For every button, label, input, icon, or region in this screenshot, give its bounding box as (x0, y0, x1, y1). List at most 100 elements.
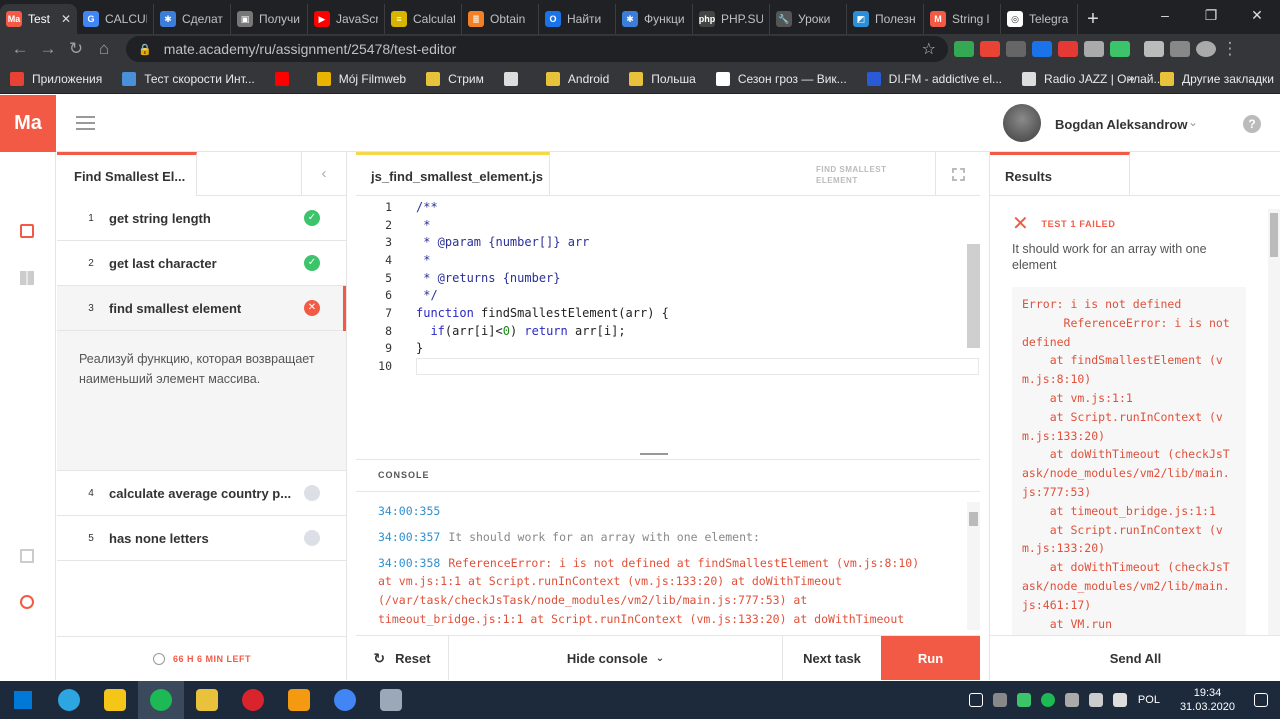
browser-tab[interactable]: ◎ Telegra (1001, 4, 1078, 34)
menu-dots-icon[interactable]: ⋮ (1216, 39, 1244, 59)
help-icon[interactable]: ? (1243, 115, 1261, 133)
chevron-down-icon[interactable]: ⌄ (1188, 115, 1198, 129)
hide-console-button[interactable]: Hide console ⌄ (449, 636, 783, 680)
tasks-icon[interactable] (20, 224, 34, 238)
close-tab-icon[interactable]: ✕ (61, 12, 71, 26)
task-item[interactable]: 1 get string length ✓ (57, 196, 346, 241)
logo[interactable]: Ma (0, 95, 56, 152)
home-icon[interactable]: ⌂ (90, 39, 118, 59)
tab-label: String l (952, 12, 990, 26)
bookmark-item[interactable]: Польша (619, 71, 706, 86)
task-view-icon[interactable] (968, 693, 983, 707)
bookmark-item[interactable]: DI.FM - addictive el... (857, 71, 1012, 86)
avatar[interactable] (1003, 104, 1041, 142)
other-bookmarks[interactable]: Другие закладки (1150, 72, 1280, 86)
maximize-button[interactable]: ❐ (1188, 0, 1234, 30)
browser-tab[interactable]: ▣ Получи (231, 4, 308, 34)
language-indicator[interactable]: POL (1138, 694, 1160, 706)
notifications-icon[interactable] (1254, 693, 1268, 707)
task-item[interactable]: 2 get last character ✓ (57, 241, 346, 286)
user-name[interactable]: Bogdan Aleksandrow (1055, 117, 1187, 132)
extension-icon[interactable] (1006, 41, 1026, 57)
bookmark-item[interactable]: Android (536, 71, 619, 86)
power-icon[interactable] (20, 595, 34, 609)
browser-tab[interactable]: O Найти (539, 4, 616, 34)
bookmark-item[interactable]: Приложения (0, 71, 112, 86)
results-scrollbar[interactable] (1268, 209, 1280, 635)
bookmark-star-icon[interactable]: ☆ (922, 39, 936, 59)
fullscreen-icon[interactable] (935, 152, 980, 196)
extension-icon[interactable] (1170, 41, 1190, 57)
telegram-taskbar-icon[interactable] (46, 681, 92, 719)
url-input[interactable]: 🔒 mate.academy/ru/assignment/25478/test-… (126, 36, 948, 62)
browser-tab[interactable]: ≡ Calculat (385, 4, 462, 34)
browser-tab[interactable]: G CALCUL (77, 4, 154, 34)
spotify-taskbar-icon[interactable] (138, 681, 184, 719)
bookmark-item[interactable]: Стрим (416, 71, 494, 86)
windows-taskbar-icon[interactable] (0, 681, 46, 719)
volume-icon[interactable] (1112, 693, 1127, 707)
profile-icon[interactable] (1196, 41, 1216, 57)
editor-scrollbar[interactable] (967, 244, 980, 348)
task-item[interactable]: 5 has none letters (57, 516, 346, 561)
forward-icon[interactable]: → (34, 39, 62, 59)
close-window-button[interactable]: ✕ (1234, 0, 1280, 30)
spotify-tray-icon[interactable] (1040, 693, 1055, 707)
task-number: 5 (88, 532, 94, 544)
hamburger-icon[interactable] (76, 116, 95, 130)
extension-icon[interactable] (1084, 41, 1104, 57)
tray-icon[interactable] (992, 693, 1007, 707)
external-link-icon[interactable] (20, 549, 34, 563)
browser-tab[interactable]: php PHP.SU (693, 4, 770, 34)
back-icon[interactable]: ← (6, 39, 34, 59)
explorer-taskbar-icon[interactable] (184, 681, 230, 719)
extension-icon[interactable] (1110, 41, 1130, 57)
console-scrollbar[interactable] (967, 502, 980, 630)
browser-tab[interactable]: M String l (924, 4, 1001, 34)
bookmark-item[interactable]: Тест скорости Инт... (112, 71, 265, 86)
browser-tab[interactable]: ✱ Сделат (154, 4, 231, 34)
tray-icon[interactable] (1016, 693, 1031, 707)
sublime-taskbar-icon[interactable] (276, 681, 322, 719)
next-task-button[interactable]: Next task (783, 636, 881, 680)
task-item[interactable]: 3 find smallest element ✕ (57, 286, 346, 331)
reload-icon[interactable]: ↻ (62, 39, 90, 59)
minimize-button[interactable]: – (1142, 0, 1188, 30)
reset-button[interactable]: ↻ Reset (356, 636, 449, 680)
app-taskbar-icon[interactable] (92, 681, 138, 719)
browser-tab[interactable]: Ma Test ✕ (0, 4, 77, 34)
opera-taskbar-icon[interactable] (230, 681, 276, 719)
bookmark-label: Mój Filmweb (338, 71, 407, 86)
extension-icon[interactable] (954, 41, 974, 57)
browser-tab[interactable]: ▶ JavaScr (308, 4, 385, 34)
task-item[interactable]: 4 calculate average country p... (57, 471, 346, 516)
send-all-button[interactable]: Send All (990, 635, 1280, 680)
console-resize-handle[interactable] (640, 453, 668, 455)
file-tab[interactable]: js_find_smallest_element.js (356, 152, 550, 196)
browser-tab[interactable]: ◩ Полезн (847, 4, 924, 34)
browser-tab[interactable]: 🔧 Уроки (770, 4, 847, 34)
results-tab[interactable]: Results (990, 152, 1130, 196)
chrome-taskbar-icon[interactable] (322, 681, 368, 719)
bookmark-item[interactable] (265, 71, 307, 86)
collapse-icon[interactable]: ‹ (301, 152, 346, 196)
network-icon[interactable] (1088, 693, 1103, 707)
grid-icon[interactable] (20, 271, 34, 285)
extension-icon[interactable] (1032, 41, 1052, 57)
extension-menu-icon[interactable] (1144, 41, 1164, 57)
bookmarks-more[interactable]: » (1128, 71, 1135, 85)
extension-icon[interactable] (1058, 41, 1078, 57)
bookmark-item[interactable]: Сезон гроз — Вик... (706, 71, 857, 86)
task-panel-title[interactable]: Find Smallest El... (57, 152, 197, 196)
extension-icon[interactable] (980, 41, 1000, 57)
browser-tab[interactable]: ≣ Obtain (462, 4, 539, 34)
run-button[interactable]: Run (881, 636, 980, 680)
clock[interactable]: 19:34 31.03.2020 (1180, 686, 1235, 714)
code-area[interactable]: 1/** 2 * 3 * @param {number[]} arr 4 * 5 * @… (356, 198, 980, 448)
bookmark-item[interactable]: Mój Filmweb (307, 71, 416, 86)
bookmark-item[interactable] (494, 71, 536, 86)
app2-taskbar-icon[interactable] (368, 681, 414, 719)
tray-icon[interactable] (1064, 693, 1079, 707)
new-tab-button[interactable]: + (1078, 4, 1108, 34)
browser-tab[interactable]: ✱ Функци (616, 4, 693, 34)
